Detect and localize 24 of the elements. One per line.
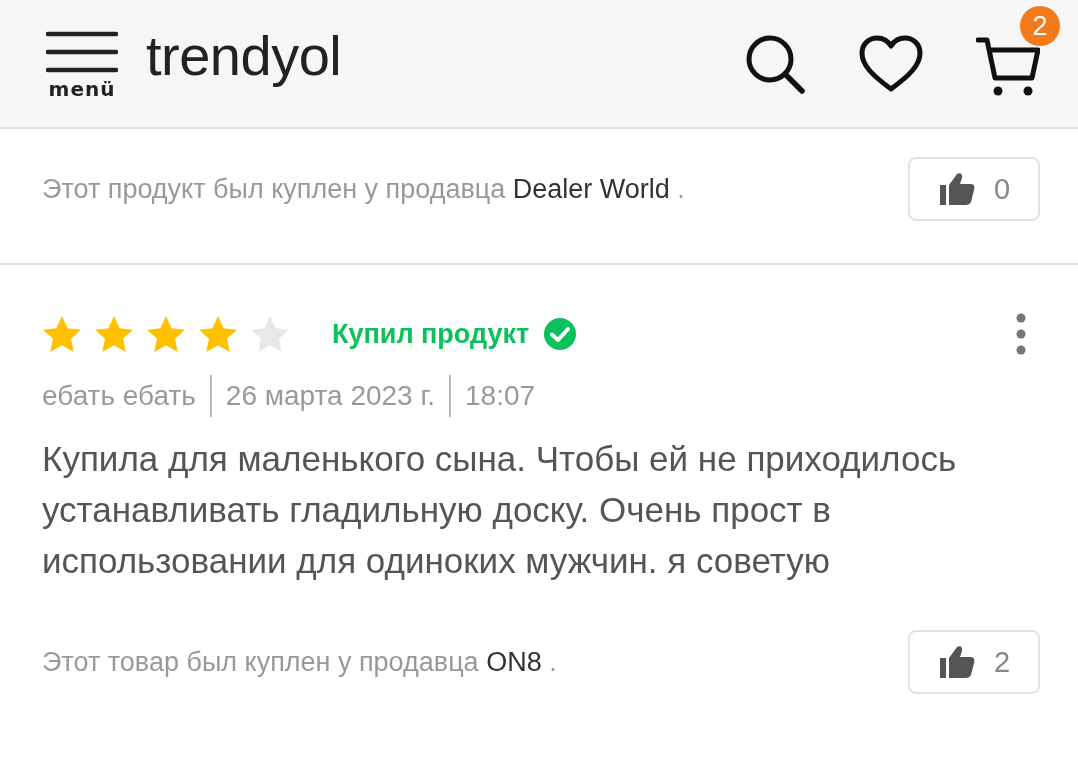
verified-label: Купил продукт (332, 318, 530, 350)
menu-label: menü (48, 76, 116, 101)
thumbs-up-icon (937, 644, 976, 680)
menu-button[interactable]: menü (46, 30, 118, 101)
review-time: 18:07 (465, 380, 536, 412)
seller-note: Этот товар был куплен у продавца ON8 . (42, 646, 557, 678)
star-icon (198, 315, 238, 353)
seller-note: Этот продукт был куплен у продавца Dealer World . (42, 173, 685, 205)
like-button[interactable]: 0 (908, 157, 1040, 221)
review-text: Купила для маленького сына. Чтобы ей не приходилось устанавливать гладильную доску. Очень прост в использовании для одиноких мужчин. я советую (42, 438, 958, 582)
cart-count-badge: 2 (1020, 5, 1060, 46)
review-date: 26 марта 2023 г. (225, 380, 436, 412)
review-author: ебать ебать (42, 380, 196, 412)
menu-icon (46, 30, 118, 73)
heart-icon[interactable] (858, 34, 924, 93)
star-icon (42, 315, 82, 353)
check-circle-icon (543, 317, 578, 351)
logo[interactable]: trendyol (146, 23, 342, 88)
star-icon (146, 315, 186, 353)
like-button[interactable]: 2 (908, 630, 1040, 694)
star-icon (94, 315, 134, 353)
more-options-icon[interactable] (1016, 313, 1026, 355)
cart-icon[interactable] (976, 35, 1040, 98)
thumbs-up-icon (937, 171, 976, 207)
